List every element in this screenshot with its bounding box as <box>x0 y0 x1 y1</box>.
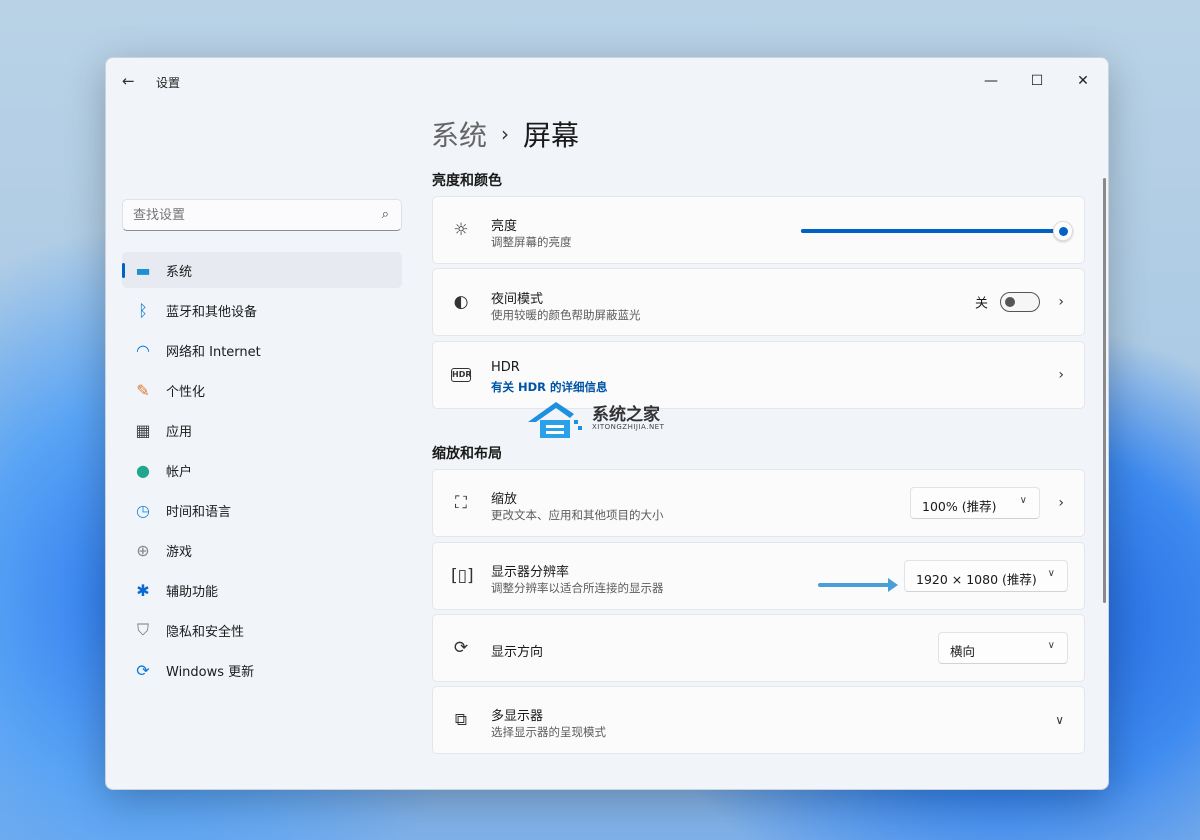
card-subtitle: 调整屏幕的亮度 <box>491 235 572 249</box>
sidebar-item[interactable]: ✱ 辅助功能 <box>122 572 402 608</box>
night-light-icon: ◐ <box>453 292 469 312</box>
chevron-right-icon: › <box>501 122 510 146</box>
sidebar-item[interactable]: ⟳ Windows 更新 <box>122 652 402 688</box>
hdr-info-link[interactable]: 有关 HDR 的详细信息 <box>491 379 608 395</box>
chevron-down-icon[interactable]: ∨ <box>1055 713 1064 727</box>
sidebar-item-label: 系统 <box>166 264 193 280</box>
resolution-icon: [▯] <box>451 566 474 586</box>
sidebar-item-label: 游戏 <box>166 544 193 560</box>
gamepad-icon: ⊕ <box>136 540 150 560</box>
chevron-right-icon[interactable]: › <box>1058 367 1064 383</box>
sidebar-item[interactable]: ◠ 网络和 Internet <box>122 332 402 368</box>
resolution-card: [▯] 显示器分辨率 调整分辨率以适合所连接的显示器 1920 × 1080 (… <box>432 542 1085 610</box>
card-title: 缩放 <box>491 492 518 507</box>
sidebar-item[interactable]: ▦ 应用 <box>122 412 402 448</box>
globe-clock-icon: ◷ <box>136 500 150 520</box>
breadcrumb-parent[interactable]: 系统 <box>431 119 487 152</box>
night-light-card[interactable]: ◐ 夜间模式 使用较暖的颜色帮助屏蔽蓝光 关 › <box>432 268 1085 336</box>
brightness-slider[interactable] <box>801 221 1073 241</box>
orientation-card: ⟳ 显示方向 横向 ∨ <box>432 614 1085 682</box>
chevron-right-icon[interactable]: › <box>1058 294 1064 310</box>
card-title: 多显示器 <box>491 709 544 724</box>
multi-monitor-icon: ⧉ <box>454 710 468 730</box>
sidebar-item-label: 时间和语言 <box>166 504 232 520</box>
chevron-down-icon: ∨ <box>1019 495 1027 506</box>
section-heading: 亮度和颜色 <box>432 173 502 189</box>
scrollbar[interactable] <box>1103 178 1106 603</box>
app-title: 设置 <box>156 76 181 90</box>
wifi-icon: ◠ <box>136 340 150 360</box>
monitor-icon: ▬ <box>135 260 151 280</box>
arrow-left-icon[interactable]: ← <box>122 72 135 90</box>
watermark-url: XITONGZHIJIA.NET <box>592 423 665 431</box>
dropdown-value: 1920 × 1080 (推荐) <box>916 572 1037 587</box>
person-icon: ● <box>136 460 150 480</box>
watermark-text: 系统之家 <box>592 405 660 425</box>
chevron-down-icon: ∨ <box>1047 568 1055 579</box>
section-heading: 缩放和布局 <box>432 446 502 462</box>
card-title: 显示器分辨率 <box>491 565 570 580</box>
card-title: 夜间模式 <box>491 292 544 307</box>
sidebar-item[interactable]: ● 帐户 <box>122 452 402 488</box>
update-icon: ⟳ <box>136 660 150 680</box>
multi-display-card[interactable]: ⧉ 多显示器 选择显示器的呈现模式 ∨ <box>432 686 1085 754</box>
sidebar-nav: ▬ 系统 ᛒ 蓝牙和其他设备 ◠ 网络和 Internet ✎ 个性化 ▦ 应用 ● 帐户 ◷ 时间和语言… <box>122 252 402 692</box>
sidebar-item-label: 个性化 <box>166 384 206 400</box>
search-input[interactable] <box>133 208 363 223</box>
orientation-dropdown[interactable]: 横向 ∨ <box>938 632 1068 664</box>
sidebar-item-label: 隐私和安全性 <box>166 624 245 640</box>
brush-icon: ✎ <box>136 380 150 400</box>
rotate-icon: ⟳ <box>453 638 469 658</box>
card-title: 亮度 <box>491 219 518 234</box>
search-icon[interactable]: ⌕ <box>382 207 389 222</box>
scale-icon: ⛶ <box>455 493 467 513</box>
dropdown-value: 横向 <box>950 644 976 659</box>
card-subtitle: 使用较暖的颜色帮助屏蔽蓝光 <box>491 308 641 322</box>
card-title: 显示方向 <box>491 645 544 660</box>
chevron-right-icon[interactable]: › <box>1058 495 1064 511</box>
hdr-icon: HDR <box>451 368 472 382</box>
dropdown-value: 100% (推荐) <box>922 499 997 514</box>
card-title: HDR <box>491 360 520 375</box>
annotation-arrow <box>818 578 898 592</box>
sidebar-item[interactable]: ✎ 个性化 <box>122 372 402 408</box>
card-subtitle: 选择显示器的呈现模式 <box>491 725 606 739</box>
breadcrumb: 系统 › 屏幕 <box>431 114 579 154</box>
sidebar-item[interactable]: ⊕ 游戏 <box>122 532 402 568</box>
settings-window: ← 设置 — ☐ ✕ ⌕ ▬系统ᛒ蓝牙和其他设备◠网络和 Internet✎个性… <box>105 57 1109 790</box>
watermark-logo: 系统之家 XITONGZHIJIA.NET <box>526 398 676 448</box>
card-subtitle: 更改文本、应用和其他项目的大小 <box>491 508 664 522</box>
sidebar-item-label: 网络和 Internet <box>166 344 261 360</box>
scale-dropdown[interactable]: 100% (推荐) ∨ <box>910 487 1040 519</box>
shield-icon: ⛉ <box>136 620 149 639</box>
accessibility-icon: ✱ <box>136 580 150 600</box>
slider-thumb[interactable] <box>1053 221 1073 241</box>
resolution-dropdown[interactable]: 1920 × 1080 (推荐) ∨ <box>904 560 1068 592</box>
chevron-down-icon: ∨ <box>1047 640 1055 651</box>
card-subtitle: 调整分辨率以适合所连接的显示器 <box>491 581 664 595</box>
search-box[interactable]: ⌕ <box>122 199 402 231</box>
night-light-toggle[interactable] <box>1000 292 1040 312</box>
sidebar-item[interactable]: ᛒ 蓝牙和其他设备 <box>122 292 402 328</box>
apps-icon: ▦ <box>135 420 151 440</box>
sidebar-item-label: 帐户 <box>166 464 193 480</box>
sidebar-item-label: 应用 <box>166 424 193 440</box>
sidebar-item[interactable]: ⛉ 隐私和安全性 <box>122 612 402 648</box>
sidebar-item[interactable]: ▬ 系统 <box>122 252 402 288</box>
toggle-state: 关 <box>974 296 988 312</box>
sidebar-item-label: 辅助功能 <box>166 584 219 600</box>
sidebar-item[interactable]: ◷ 时间和语言 <box>122 492 402 528</box>
sun-icon: ☼ <box>453 220 469 240</box>
page-title: 屏幕 <box>523 119 580 152</box>
sidebar-item-label: 蓝牙和其他设备 <box>166 304 258 320</box>
bluetooth-icon: ᛒ <box>138 300 148 320</box>
sidebar-item-label: Windows 更新 <box>166 664 255 680</box>
house-logo-icon <box>528 402 582 438</box>
scale-card[interactable]: ⛶ 缩放 更改文本、应用和其他项目的大小 100% (推荐) ∨ › <box>432 469 1085 537</box>
brightness-card: ☼ 亮度 调整屏幕的亮度 <box>432 196 1085 264</box>
